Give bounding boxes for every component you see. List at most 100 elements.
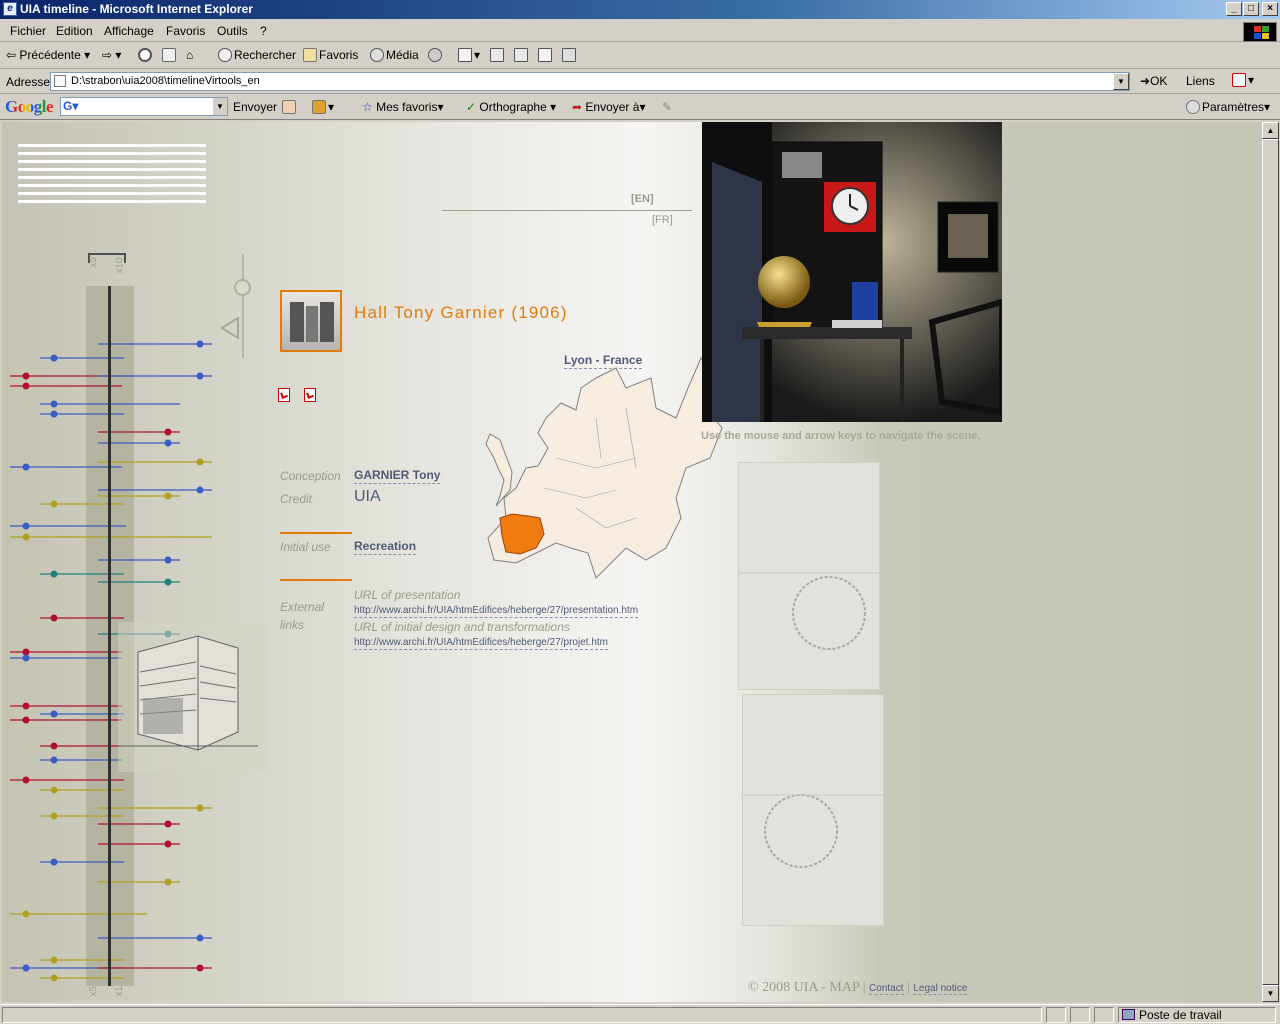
menu-favoris[interactable]: Favoris	[166, 24, 205, 38]
timeline-event-dot[interactable]	[50, 400, 58, 408]
maximize-button[interactable]: □	[1243, 2, 1259, 16]
scroll-down-button[interactable]: ▼	[1262, 985, 1279, 1002]
timeline-event-dot[interactable]	[22, 776, 30, 784]
menu-fichier[interactable]: Fichier	[10, 24, 46, 38]
spellcheck-button[interactable]: ✓ Orthographe ▾	[466, 100, 556, 114]
timeline-event-dot[interactable]	[22, 372, 30, 380]
timeline-event-dot[interactable]	[22, 716, 30, 724]
virtools-3d-scene[interactable]	[702, 122, 1002, 422]
timeline-event-dot[interactable]	[164, 878, 172, 886]
timeline-event-dot[interactable]	[22, 463, 30, 471]
menu-edition[interactable]: Edition	[56, 24, 93, 38]
lang-en-link[interactable]: [EN]	[631, 193, 654, 205]
timeline-event-dot[interactable]	[50, 614, 58, 622]
timeline-scroll-arrow[interactable]	[220, 316, 240, 340]
timeline-event-dot[interactable]	[196, 340, 204, 348]
timeline-event-dot[interactable]	[22, 702, 30, 710]
timeline-event-dot[interactable]	[164, 428, 172, 436]
timeline-event-dot[interactable]	[50, 742, 58, 750]
timeline-event-dot[interactable]	[164, 578, 172, 586]
timeline-event-dot[interactable]	[22, 910, 30, 918]
zoom-slider-track[interactable]	[242, 254, 244, 358]
media-button[interactable]: Média	[370, 48, 419, 62]
zoom-x5-bottom-label[interactable]: x5	[88, 986, 99, 997]
timeline-event-dot[interactable]	[50, 500, 58, 508]
google-search-dropdown[interactable]: ▼	[213, 98, 227, 115]
timeline-event-dot[interactable]	[50, 974, 58, 982]
legal-notice-link[interactable]: Legal notice	[913, 983, 968, 995]
scroll-up-button[interactable]: ▲	[1262, 122, 1279, 139]
timeline-event-dot[interactable]	[196, 934, 204, 942]
google-send-button[interactable]: Envoyer	[233, 100, 277, 114]
building-thumbnail[interactable]	[280, 290, 342, 352]
timeline-event-dot[interactable]	[22, 964, 30, 972]
timeline-event-dot[interactable]	[164, 556, 172, 564]
pdf-icon[interactable]	[278, 388, 290, 402]
timeline-event-dot[interactable]	[22, 382, 30, 390]
timeline-event-dot[interactable]	[196, 964, 204, 972]
google-popup-button[interactable]: ▾	[312, 100, 334, 114]
contact-link[interactable]: Contact	[869, 983, 904, 995]
google-logo[interactable]: Google	[5, 97, 54, 117]
initial-use-link[interactable]: Recreation	[354, 539, 417, 555]
timeline-event-dot[interactable]	[196, 372, 204, 380]
favorites-button[interactable]: Favoris	[303, 48, 358, 62]
zoom-x1-bottom-label[interactable]: x1	[114, 986, 125, 997]
timeline-event-dot[interactable]	[50, 786, 58, 794]
menu-outils[interactable]: Outils	[217, 24, 248, 38]
google-news-button[interactable]	[282, 100, 298, 114]
conception-link[interactable]: GARNIER Tony	[354, 468, 441, 484]
timeline-event-dot[interactable]	[164, 492, 172, 500]
timeline-event-dot[interactable]	[50, 858, 58, 866]
timeline-event-dot[interactable]	[50, 956, 58, 964]
timeline-event-dot[interactable]	[50, 710, 58, 718]
vertical-scrollbar[interactable]: ▲ ▼	[1262, 122, 1279, 1002]
timeline-event-dot[interactable]	[196, 486, 204, 494]
address-input[interactable]: D:\strabon\uia2008\timelineVirtools_en	[50, 72, 1130, 91]
translate-button[interactable]: ▾	[1232, 73, 1254, 87]
url-design-link[interactable]: http://www.archi.fr/UIA/htmEdifices/hebe…	[354, 637, 608, 650]
print-button[interactable]	[490, 48, 506, 62]
timeline-event-dot[interactable]	[164, 439, 172, 447]
stop-button[interactable]	[138, 48, 154, 62]
history-button[interactable]	[428, 48, 444, 62]
search-button[interactable]: Rechercher	[218, 48, 296, 62]
google-search-input[interactable]: G▾ ▼	[60, 97, 228, 116]
minimize-button[interactable]: _	[1226, 2, 1242, 16]
go-button[interactable]: ➜OK	[1140, 74, 1167, 88]
back-button[interactable]: ⇦ Précédente ▾	[6, 48, 90, 62]
timeline-event-dot[interactable]	[22, 522, 30, 530]
home-button[interactable]: ⌂	[186, 48, 193, 62]
send-to-button[interactable]: ➦ Envoyer à▾	[572, 100, 645, 114]
timeline-event-dot[interactable]	[164, 820, 172, 828]
timeline-event-dot[interactable]	[50, 354, 58, 362]
close-button[interactable]: ×	[1262, 2, 1278, 16]
highlight-button[interactable]: ✎	[662, 100, 672, 114]
timeline-event-dot[interactable]	[196, 458, 204, 466]
zoom-slider-knob[interactable]	[234, 279, 251, 296]
url-presentation-link[interactable]: http://www.archi.fr/UIA/htmEdifices/hebe…	[354, 605, 639, 618]
menu-affichage[interactable]: Affichage	[104, 24, 154, 38]
timeline-event-dot[interactable]	[50, 812, 58, 820]
timeline-event-dot[interactable]	[50, 410, 58, 418]
scroll-thumb[interactable]	[1262, 139, 1279, 985]
my-favorites-button[interactable]: ☆ Mes favoris▾	[362, 100, 444, 114]
discuss-button[interactable]	[538, 48, 554, 62]
settings-button[interactable]: Paramètres▾	[1186, 100, 1270, 114]
menu-help[interactable]: ?	[260, 24, 267, 38]
timeline-event-dot[interactable]	[22, 533, 30, 541]
timeline-event-dot[interactable]	[50, 570, 58, 578]
address-dropdown[interactable]: ▼	[1113, 73, 1129, 90]
mail-button[interactable]: ▾	[458, 48, 480, 62]
forward-button[interactable]: ⇨ ▾	[102, 48, 121, 62]
timeline-event-dot[interactable]	[164, 840, 172, 848]
timeline-event-dot[interactable]	[22, 648, 30, 656]
timeline-event-dot[interactable]	[196, 804, 204, 812]
lang-fr-link[interactable]: [FR]	[652, 214, 673, 226]
links-button[interactable]: Liens	[1186, 74, 1215, 88]
pdf-icon[interactable]	[304, 388, 316, 402]
timeline-event-dot[interactable]	[50, 756, 58, 764]
edit-button[interactable]	[514, 48, 530, 62]
messenger-button[interactable]	[562, 48, 578, 62]
timeline-event-dot[interactable]	[22, 654, 30, 662]
